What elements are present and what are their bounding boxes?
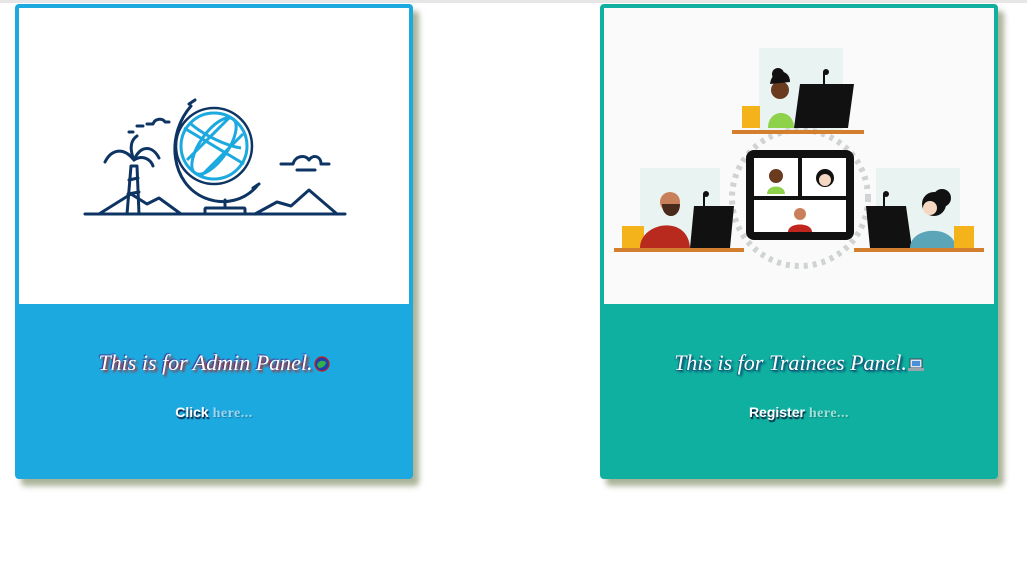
admin-card-action: Click here... — [15, 404, 413, 422]
video-conference-illustration — [614, 48, 984, 269]
admin-card-title: This is for Admin Panel. — [15, 350, 413, 378]
trainee-card-title: This is for Trainees Panel. — [600, 350, 998, 378]
trainee-register-here-link[interactable]: here... — [809, 406, 849, 421]
trainee-action-word: Register — [748, 404, 805, 420]
laptop-icon — [907, 352, 924, 378]
top-divider — [0, 0, 1027, 3]
admin-click-here-link[interactable]: here... — [213, 406, 253, 421]
admin-panel-card: This is for Admin Panel. Click here... — [15, 4, 413, 479]
trainee-panel-card: This is for Trainees Panel. Register her… — [600, 4, 998, 479]
admin-illustration — [19, 8, 409, 304]
admin-action-word: Click — [175, 404, 209, 420]
trainee-card-action: Register here... — [600, 404, 998, 422]
trainee-illustration — [604, 8, 994, 304]
globe-landscape-illustration — [83, 98, 347, 216]
globe-icon — [313, 352, 330, 378]
